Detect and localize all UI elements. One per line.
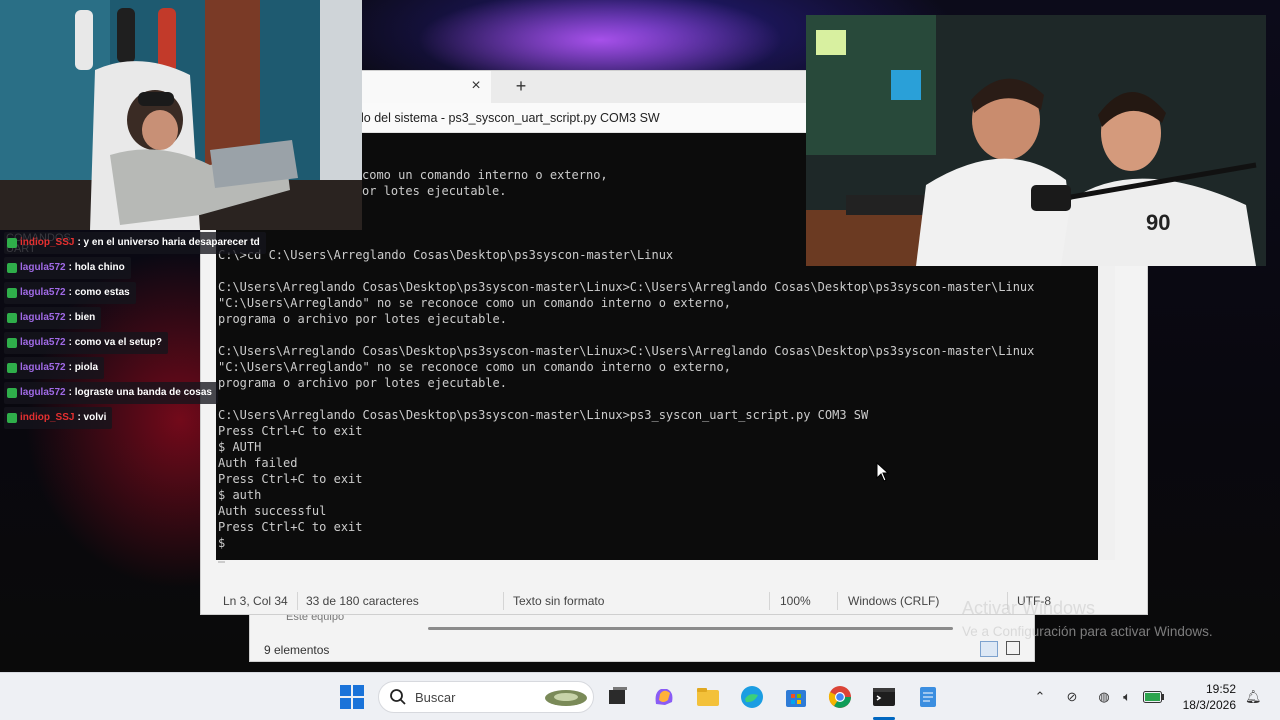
terminal-line: $ auth xyxy=(218,488,262,502)
status-divider xyxy=(769,592,770,610)
chat-text: : lograste una banda de cosas xyxy=(68,387,212,398)
chat-text: : piola xyxy=(68,362,99,373)
status-divider xyxy=(503,592,504,610)
chat-badge-icon xyxy=(7,313,17,323)
store-icon[interactable] xyxy=(783,684,809,710)
chat-message: lagula572: como va el setup? xyxy=(4,332,360,354)
chat-badge-icon xyxy=(7,388,17,398)
chevron-up-icon[interactable]: ⌃ xyxy=(1032,689,1048,705)
chat-message: lagula572: hola chino xyxy=(4,257,360,279)
clock-date[interactable]: 18/3/2026 xyxy=(1180,698,1236,712)
speaker-icon[interactable]: 🔈︎ xyxy=(1119,689,1135,705)
chat-badge-icon xyxy=(7,263,17,273)
search-placeholder: Buscar xyxy=(415,690,456,705)
network-off-icon[interactable]: ⊘ xyxy=(1064,689,1080,705)
widgets-icon[interactable] xyxy=(543,686,589,708)
webcam-feed-left xyxy=(0,0,362,230)
chat-text: : volvi xyxy=(77,412,107,423)
file-explorer-icon[interactable] xyxy=(695,684,721,710)
status-divider xyxy=(297,592,298,610)
cursor-position[interactable]: Ln 3, Col 34 xyxy=(223,594,288,608)
zoom-level[interactable]: 100% xyxy=(780,594,811,608)
copilot-icon[interactable] xyxy=(651,684,677,710)
chat-username[interactable]: lagula572 xyxy=(20,307,66,329)
chat-username[interactable]: lagula572 xyxy=(20,357,66,379)
webcam-feed-right: 90 xyxy=(806,15,1266,266)
battery-icon[interactable] xyxy=(1143,691,1165,703)
webcam-scene-right: 90 xyxy=(806,15,1266,266)
search-icon xyxy=(390,689,406,705)
activate-windows-subtitle: Ve a Configuración para activar Windows. xyxy=(962,624,1213,639)
terminal-line: Auth failed xyxy=(218,456,298,470)
terminal-line: $ AUTH xyxy=(218,440,262,454)
start-icon[interactable] xyxy=(339,684,365,710)
chrome-icon[interactable] xyxy=(827,684,853,710)
chat-message: lagula572: como estas xyxy=(4,282,360,304)
chat-message: lagula572: bien xyxy=(4,307,360,329)
webcam-scene-left xyxy=(0,0,362,230)
chat-badge-icon xyxy=(7,338,17,348)
terminal-line: Press Ctrl+C to exit xyxy=(218,520,363,534)
notepad-icon[interactable] xyxy=(915,684,941,710)
add-tab-icon[interactable]: + xyxy=(513,76,529,96)
mouse-cursor-icon xyxy=(876,462,890,482)
line-ending[interactable]: Windows (CRLF) xyxy=(848,594,939,608)
chat-text: : y en el universo haria desaparecer td xyxy=(77,237,260,248)
chat-message: lagula572: piola xyxy=(4,357,360,379)
svg-text:90: 90 xyxy=(1146,210,1170,235)
terminal-icon[interactable] xyxy=(871,684,897,710)
notification-icon[interactable]: 🔔︎ xyxy=(1245,689,1262,705)
globe-icon[interactable]: ◍ xyxy=(1096,689,1112,705)
document-title: lo del sistema - ps3_syscon_uart_script.… xyxy=(361,111,660,125)
chat-username[interactable]: lagula572 xyxy=(20,282,66,304)
terminal-line: $ xyxy=(218,536,233,550)
terminal-line: Press Ctrl+C to exit xyxy=(218,472,363,486)
tab-close-icon[interactable]: × xyxy=(469,76,483,96)
chat-badge-icon xyxy=(7,413,17,423)
tiles-view-icon[interactable] xyxy=(1006,641,1020,655)
activate-windows-title: Activar Windows xyxy=(962,598,1096,618)
text-format: Texto sin formato xyxy=(513,594,605,608)
details-view-icon[interactable] xyxy=(980,641,998,657)
chat-text: : bien xyxy=(68,312,96,323)
chat-username[interactable]: lagula572 xyxy=(20,257,66,279)
clock-time[interactable]: 19:52 xyxy=(1180,682,1236,696)
explorer-horizontal-scrollbar[interactable] xyxy=(428,627,953,630)
chat-badge-icon xyxy=(7,238,17,248)
character-count: 33 de 180 caracteres xyxy=(306,594,419,608)
chat-username[interactable]: lagula572 xyxy=(20,332,66,354)
task-view-icon[interactable] xyxy=(605,684,631,710)
chat-username[interactable]: indiop_SSJ xyxy=(20,407,74,429)
chat-text: : hola chino xyxy=(68,262,125,273)
terminal-line: Auth successful xyxy=(218,504,327,518)
chat-text: : como estas xyxy=(68,287,130,298)
taskbar-search-box[interactable]: Buscar xyxy=(378,681,594,713)
chat-badge-icon xyxy=(7,363,17,373)
chat-username[interactable]: lagula572 xyxy=(20,382,66,404)
explorer-item-count: 9 elementos xyxy=(264,643,330,657)
chat-badge-icon xyxy=(7,288,17,298)
status-divider xyxy=(837,592,838,610)
chat-message: indiop_SSJ: y en el universo haria desap… xyxy=(4,232,360,254)
chat-message: lagula572: lograste una banda de cosas xyxy=(4,382,360,404)
edge-icon[interactable] xyxy=(739,684,765,710)
terminal-cursor xyxy=(218,561,225,563)
taskbar: Buscar ⌃ ⊘ ◍ 🔈︎ 19:52 18/3/2026 🔔︎ xyxy=(0,672,1280,720)
file-explorer-window[interactable]: Este equipo 9 elementos xyxy=(249,611,1035,662)
chat-text: : como va el setup? xyxy=(68,337,162,348)
chat-username[interactable]: indiop_SSJ xyxy=(20,232,74,254)
chat-message: indiop_SSJ: volvi xyxy=(4,407,360,429)
